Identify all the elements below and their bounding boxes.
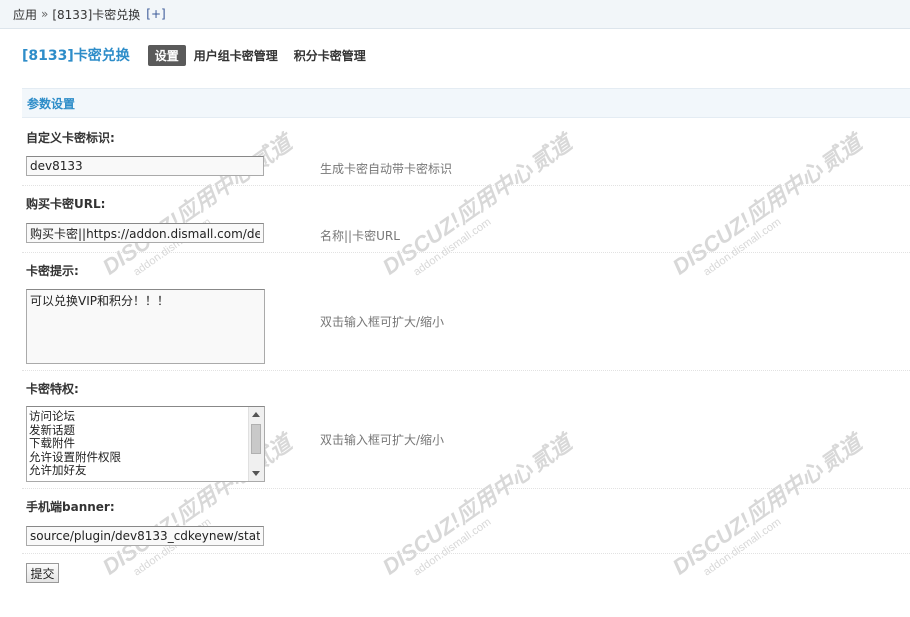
watermark: DISCUZ!应用中心 贰道 addon.dismall.com <box>667 430 867 580</box>
tip-hint: 双击输入框可扩大/缩小 <box>320 315 445 329</box>
submit-button[interactable]: 提交 <box>26 563 59 583</box>
buy-url-input[interactable] <box>26 223 264 243</box>
privilege-option[interactable]: 允许加好友 <box>29 463 248 478</box>
divider <box>22 185 910 186</box>
divider <box>22 553 910 554</box>
breadcrumb-root[interactable]: 应用 <box>13 6 37 23</box>
privileges-hint: 双击输入框可扩大/缩小 <box>320 433 445 447</box>
plugin-tabs: [8133]卡密兑换 设置 用户组卡密管理 积分卡密管理 <box>22 44 382 66</box>
scroll-down-icon[interactable] <box>252 471 260 476</box>
listbox-scrollbar[interactable] <box>248 407 264 481</box>
privileges-multiselect[interactable]: 访问论坛 发新话题 下载附件 允许设置附件权限 允许加好友 <box>26 406 265 482</box>
buy-url-hint: 名称||卡密URL <box>320 229 400 243</box>
watermark: DISCUZ!应用中心 贰道 addon.dismall.com <box>97 130 297 280</box>
tab-usergroup-cdkey[interactable]: 用户组卡密管理 <box>194 47 278 64</box>
tip-textarea[interactable]: 可以兑换VIP和积分！！！ <box>26 289 265 364</box>
scroll-thumb[interactable] <box>251 424 261 454</box>
privilege-option[interactable]: 允许设置附件权限 <box>29 450 248 465</box>
section-header: 参数设置 <box>22 88 910 118</box>
divider <box>22 252 910 253</box>
breadcrumb: 应用 » [8133]卡密兑换 [+] <box>0 0 910 29</box>
identifier-hint: 生成卡密自动带卡密标识 <box>320 162 453 176</box>
banner-label: 手机端banner: <box>26 500 115 514</box>
tip-label: 卡密提示: <box>26 264 79 278</box>
divider <box>22 488 910 489</box>
privileges-label: 卡密特权: <box>26 382 79 396</box>
privilege-option[interactable]: 发新话题 <box>29 423 248 438</box>
section-title: 参数设置 <box>27 96 76 111</box>
identifier-input[interactable] <box>26 156 264 176</box>
watermark: DISCUZ!应用中心 贰道 addon.dismall.com <box>377 430 577 580</box>
scroll-up-icon[interactable] <box>252 412 260 417</box>
tab-credit-cdkey[interactable]: 积分卡密管理 <box>294 47 366 64</box>
privilege-option[interactable]: 访问论坛 <box>29 409 248 424</box>
tab-settings[interactable]: 设置 <box>147 44 186 66</box>
add-shortcut-link[interactable]: [+] <box>146 7 165 21</box>
watermark: DISCUZ!应用中心 贰道 addon.dismall.com <box>667 130 867 280</box>
page-title: [8133]卡密兑换 <box>22 48 130 64</box>
identifier-label: 自定义卡密标识: <box>26 131 115 145</box>
buy-url-label: 购买卡密URL: <box>26 197 106 211</box>
banner-input[interactable] <box>26 526 264 546</box>
breadcrumb-current: [8133]卡密兑换 <box>52 7 141 22</box>
divider <box>22 370 910 371</box>
breadcrumb-separator: » <box>41 7 49 21</box>
watermark: DISCUZ!应用中心 贰道 addon.dismall.com <box>377 130 577 280</box>
privilege-option[interactable]: 下载附件 <box>29 436 248 451</box>
